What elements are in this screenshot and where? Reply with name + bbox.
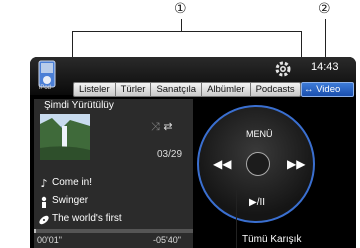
album-art [40,114,90,160]
callout-2: ② [318,1,331,17]
play-pause-button[interactable]: ▶/II [249,197,265,208]
artist-name: Swinger [52,195,89,206]
head-unit-screen: iPod Listeler Türler Sanatçıla Albümler … [30,57,356,248]
gear-icon[interactable] [274,60,292,78]
tab-genres[interactable]: Türler [115,82,152,97]
elapsed-time: 00'01" [37,235,62,245]
remaining-time: -05'40" [153,235,181,245]
shuffle-repeat-icons: ⤨ ⇄ [151,120,173,134]
repeat-icon: ⇄ [163,120,173,133]
tab-playlists[interactable]: Listeler [73,82,116,97]
tab-albums[interactable]: Albümler [202,82,251,97]
song-row: ♪ Come in! [38,176,188,194]
disc-icon [38,214,50,226]
album-name: The world's first [52,213,122,224]
progress-bar[interactable] [34,229,193,233]
device-label: iPod [39,85,52,91]
track-number: 03/29 [157,149,183,160]
center-select-button[interactable] [246,152,270,176]
now-playing-panel: Şimdi Yürütülüy ⤨ ⇄ 03/29 ♪ Come in! Swi… [34,99,193,248]
tab-podcasts[interactable]: Podcasts [250,82,301,97]
callout-1-leader [181,19,182,31]
shuffle-icon: ⤨ [151,120,160,133]
next-track-button[interactable]: ▶▶ [287,157,305,171]
video-button[interactable]: ↔ Video [301,82,354,97]
song-title: Come in! [52,177,93,188]
previous-track-button[interactable]: ◀◀ [213,157,231,171]
callout-3-leader [236,190,237,248]
person-icon [38,196,50,208]
music-note-icon: ♪ [40,177,48,190]
category-tabs: Listeler Türler Sanatçıla Albümler Podca… [73,82,301,97]
clock: 14:43 [311,61,339,73]
progress-fill [34,229,36,233]
top-bar: iPod Listeler Türler Sanatçıla Albümler … [30,57,356,97]
tab-artists[interactable]: Sanatçıla [151,82,203,97]
callout-1: ① [174,1,187,17]
album-row: The world's first [38,212,188,230]
shuffle-all-button[interactable]: Tümü Karışık [242,234,301,245]
now-playing-title: Şimdi Yürütülüy [44,100,114,111]
artist-row: Swinger [38,194,188,212]
control-wheel[interactable]: MENÜ ◀◀ ▶▶ ▶/II [197,105,315,223]
controls-panel: MENÜ ◀◀ ▶▶ ▶/II Tümü Karışık [193,99,356,248]
menu-button[interactable]: MENÜ [246,129,273,139]
callout-1-bracket [72,31,302,32]
